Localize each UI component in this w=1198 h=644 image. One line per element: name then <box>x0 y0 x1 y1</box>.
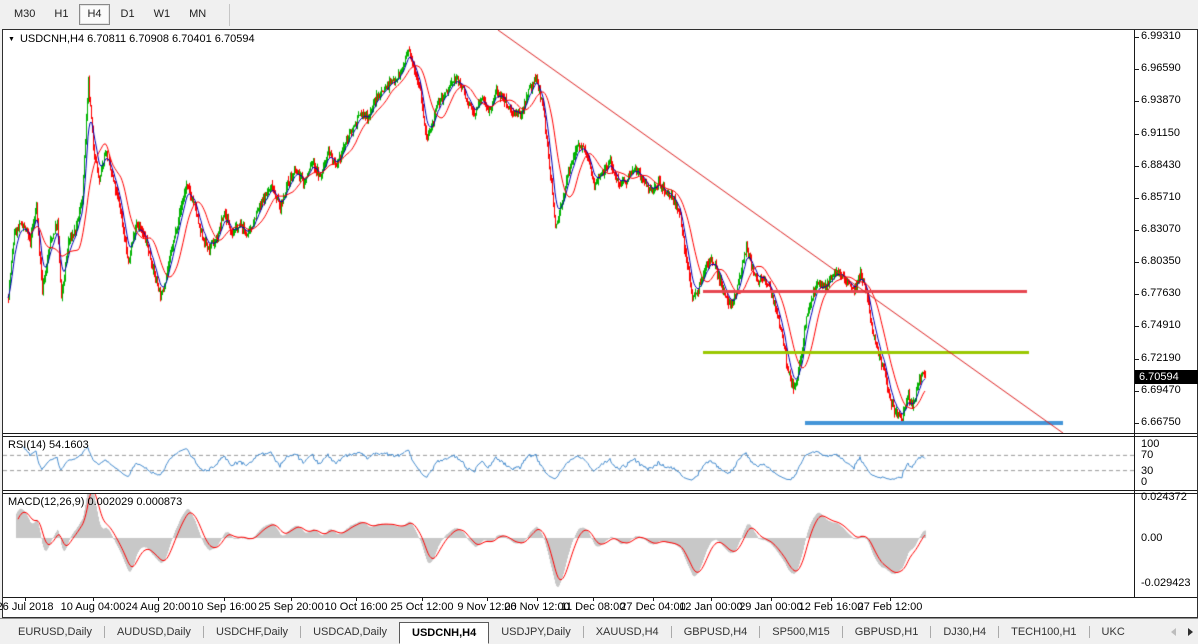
price-axis-label: 6.66750 <box>1141 416 1181 428</box>
tab-tech100-h1[interactable]: TECH100,H1 <box>999 622 1088 642</box>
tab-eurusd-daily[interactable]: EURUSD,Daily <box>6 622 104 642</box>
tab-gbpusd-h4[interactable]: GBPUSD,H4 <box>672 622 760 642</box>
rsi-axis-label: 0 <box>1141 476 1147 488</box>
timeframe-button-h4[interactable]: H4 <box>79 4 109 25</box>
timeframe-toolbar: M30H1H4D1W1MN <box>0 0 1198 29</box>
macd-label: MACD(12,26,9) 0.002029 0.000873 <box>8 496 182 508</box>
panel-splitter-macd[interactable] <box>3 490 1197 494</box>
scroll-right-icon[interactable] <box>1188 628 1193 636</box>
tab-usdchf-daily[interactable]: USDCHF,Daily <box>204 622 300 642</box>
price-axis-tick <box>1134 262 1139 263</box>
chart-title-text: USDCNH,H4 6.70811 6.70908 6.70401 6.7059… <box>20 33 255 45</box>
tab-audusd-daily[interactable]: AUDUSD,Daily <box>105 622 203 642</box>
price-axis-label: 6.99310 <box>1141 30 1181 42</box>
timeframe-button-mn[interactable]: MN <box>181 4 214 25</box>
time-axis-label: 25 Oct 12:00 <box>391 601 454 613</box>
price-axis-tick <box>1134 37 1139 38</box>
price-axis-tick <box>1134 134 1139 135</box>
price-axis-label: 6.72190 <box>1141 352 1181 364</box>
tab-gbpusd-h1[interactable]: GBPUSD,H1 <box>843 622 931 642</box>
mt4-window: M30H1H4D1W1MN ▼ USDCNH,H4 6.70811 6.7090… <box>0 0 1198 644</box>
time-axis-line <box>3 597 1197 598</box>
rsi-axis-label: 30 <box>1141 465 1153 477</box>
time-axis-label: 12 Jan 00:00 <box>679 601 743 613</box>
price-axis-label: 6.69470 <box>1141 384 1181 396</box>
macd-panel-canvas[interactable] <box>3 494 1134 597</box>
rsi-panel-canvas[interactable] <box>3 437 1134 490</box>
price-axis-label: 6.77630 <box>1141 287 1181 299</box>
time-axis-label: 29 Jan 00:00 <box>739 601 803 613</box>
price-axis-line <box>1134 30 1135 597</box>
price-axis-tick <box>1134 294 1139 295</box>
chart-tab-bar: EURUSD,DailyAUDUSD,DailyUSDCHF,DailyUSDC… <box>0 618 1198 644</box>
timeframe-button-m30[interactable]: M30 <box>6 4 43 25</box>
panel-splitter-rsi[interactable] <box>3 433 1197 437</box>
tab-ukc[interactable]: UKC <box>1090 622 1137 642</box>
timeframe-button-d1[interactable]: D1 <box>113 4 143 25</box>
time-axis-label: 27 Dec 04:00 <box>620 601 685 613</box>
time-axis-label: 10 Sep 16:00 <box>191 601 256 613</box>
time-axis-label: 10 Oct 16:00 <box>325 601 388 613</box>
time-axis-label: 26 Jul 2018 <box>0 601 53 613</box>
timeframe-button-w1[interactable]: W1 <box>146 4 179 25</box>
macd-axis-label: -0.029423 <box>1141 577 1191 589</box>
price-axis-tick <box>1134 198 1139 199</box>
price-axis-tick <box>1134 423 1139 424</box>
scroll-left-icon[interactable] <box>1171 628 1176 636</box>
price-axis-label: 6.74910 <box>1141 319 1181 331</box>
tab-usdjpy-daily[interactable]: USDJPY,Daily <box>489 622 583 642</box>
price-axis-tick <box>1134 326 1139 327</box>
price-axis-label: 6.96590 <box>1141 62 1181 74</box>
price-axis-label: 6.80350 <box>1141 255 1181 267</box>
time-axis-label: 25 Sep 20:00 <box>258 601 323 613</box>
tab-usdcnh-h4[interactable]: USDCNH,H4 <box>399 622 489 644</box>
price-axis-tick <box>1134 359 1139 360</box>
tab-sp500-m15[interactable]: SP500,M15 <box>760 622 841 642</box>
price-axis-tick <box>1134 166 1139 167</box>
macd-axis-label: 0.024372 <box>1141 491 1187 503</box>
time-axis-label: 27 Feb 12:00 <box>858 601 923 613</box>
chart-title: ▼ USDCNH,H4 6.70811 6.70908 6.70401 6.70… <box>8 33 255 45</box>
current-price-badge: 6.70594 <box>1135 370 1198 384</box>
tab-usdcad-daily[interactable]: USDCAD,Daily <box>301 622 399 642</box>
macd-axis-label: 0.00 <box>1141 532 1162 544</box>
time-axis-label: 10 Aug 04:00 <box>61 601 126 613</box>
rsi-label: RSI(14) 54.1603 <box>8 439 89 451</box>
price-axis-label: 6.85710 <box>1141 191 1181 203</box>
tab-scroll-arrows <box>1171 619 1193 644</box>
price-axis-tick <box>1134 391 1139 392</box>
price-axis-tick <box>1134 230 1139 231</box>
main-chart-canvas[interactable] <box>3 30 1134 433</box>
price-axis-label: 6.91150 <box>1141 127 1180 139</box>
tab-dj30-h4[interactable]: DJ30,H4 <box>931 622 998 642</box>
price-axis-tick <box>1134 69 1139 70</box>
tab-xauusd-h4[interactable]: XAUUSD,H4 <box>584 622 671 642</box>
price-axis-label: 6.88430 <box>1141 159 1181 171</box>
price-axis-label: 6.93870 <box>1141 94 1181 106</box>
time-axis-label: 11 Dec 08:00 <box>561 601 626 613</box>
rsi-axis-label: 100 <box>1141 438 1159 450</box>
price-axis-tick <box>1134 101 1139 102</box>
timeframe-button-h1[interactable]: H1 <box>46 4 76 25</box>
toolbar-separator <box>229 4 230 26</box>
symbol-dropdown-icon[interactable]: ▼ <box>8 36 15 43</box>
timeframe-buttons: M30H1H4D1W1MN <box>6 4 217 25</box>
rsi-axis-label: 70 <box>1141 449 1153 461</box>
chart-tabs: EURUSD,DailyAUDUSD,DailyUSDCHF,DailyUSDC… <box>6 619 1137 644</box>
price-axis-label: 6.83070 <box>1141 223 1181 235</box>
time-axis-label: 24 Aug 20:00 <box>126 601 191 613</box>
time-axis-label: 12 Feb 16:00 <box>799 601 864 613</box>
